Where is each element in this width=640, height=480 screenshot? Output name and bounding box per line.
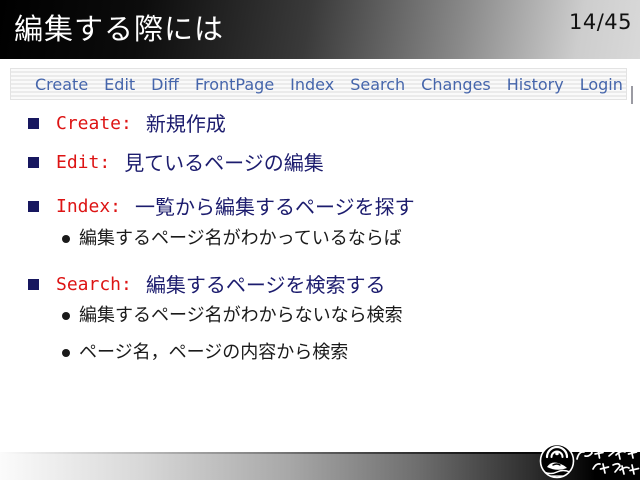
dot-bullet-icon <box>62 349 70 357</box>
sub-bullet: 編集するページ名がわかっているならば <box>62 227 402 251</box>
bullet-label: Edit: <box>56 151 110 175</box>
slide-header: 編集する際には 14/45 <box>0 0 640 59</box>
nav-link-history[interactable]: History <box>507 75 564 94</box>
circular-wave-emblem-icon <box>536 442 640 480</box>
bullet-label: Index: <box>56 195 121 219</box>
square-bullet-icon <box>28 201 39 212</box>
dot-bullet-icon <box>62 312 70 320</box>
nav-link-changes[interactable]: Changes <box>421 75 491 94</box>
sub-bullet-text: ページ名，ページの内容から検索 <box>79 341 348 365</box>
nav-link-login[interactable]: Login <box>580 75 623 94</box>
bullet-text: 見ているページの編集 <box>124 151 324 175</box>
presentation-slide: 編集する際には 14/45 Create Edit Diff FrontPage… <box>0 0 640 480</box>
nav-link-edit[interactable]: Edit <box>104 75 135 94</box>
sub-bullet-text: 編集するページ名がわからないなら検索 <box>79 304 403 328</box>
square-bullet-icon <box>28 279 39 290</box>
bullet-text: 新規作成 <box>146 112 226 136</box>
nav-link-diff[interactable]: Diff <box>151 75 179 94</box>
sub-bullet: 編集するページ名がわからないなら検索 <box>62 304 403 328</box>
bullet-edit: Edit: 見ているページの編集 <box>28 151 324 175</box>
sub-bullet: ページ名，ページの内容から検索 <box>62 341 348 365</box>
nav-link-index[interactable]: Index <box>290 75 334 94</box>
cursor-artifact <box>631 86 633 104</box>
square-bullet-icon <box>28 157 39 168</box>
bullet-text: 編集するページを検索する <box>146 273 386 297</box>
page-title: 編集する際には <box>14 11 224 47</box>
nav-link-search[interactable]: Search <box>350 75 405 94</box>
bullet-index: Index: 一覧から編集するページを探す <box>28 195 415 219</box>
dot-bullet-icon <box>62 235 70 243</box>
wiki-navbar: Create Edit Diff FrontPage Index Search … <box>10 68 627 100</box>
calligraphy-signature-icon <box>577 448 639 474</box>
bullet-create: Create: 新規作成 <box>28 112 226 136</box>
nav-link-create[interactable]: Create <box>35 75 88 94</box>
bullet-label: Create: <box>56 112 132 136</box>
bullet-label: Search: <box>56 273 132 297</box>
bullet-text: 一覧から編集するページを探す <box>135 195 415 219</box>
sub-bullet-text: 編集するページ名がわかっているならば <box>79 227 402 251</box>
bullet-search: Search: 編集するページを検索する <box>28 273 385 297</box>
nav-link-frontpage[interactable]: FrontPage <box>195 75 274 94</box>
square-bullet-icon <box>28 118 39 129</box>
page-number: 14/45 <box>569 10 632 34</box>
